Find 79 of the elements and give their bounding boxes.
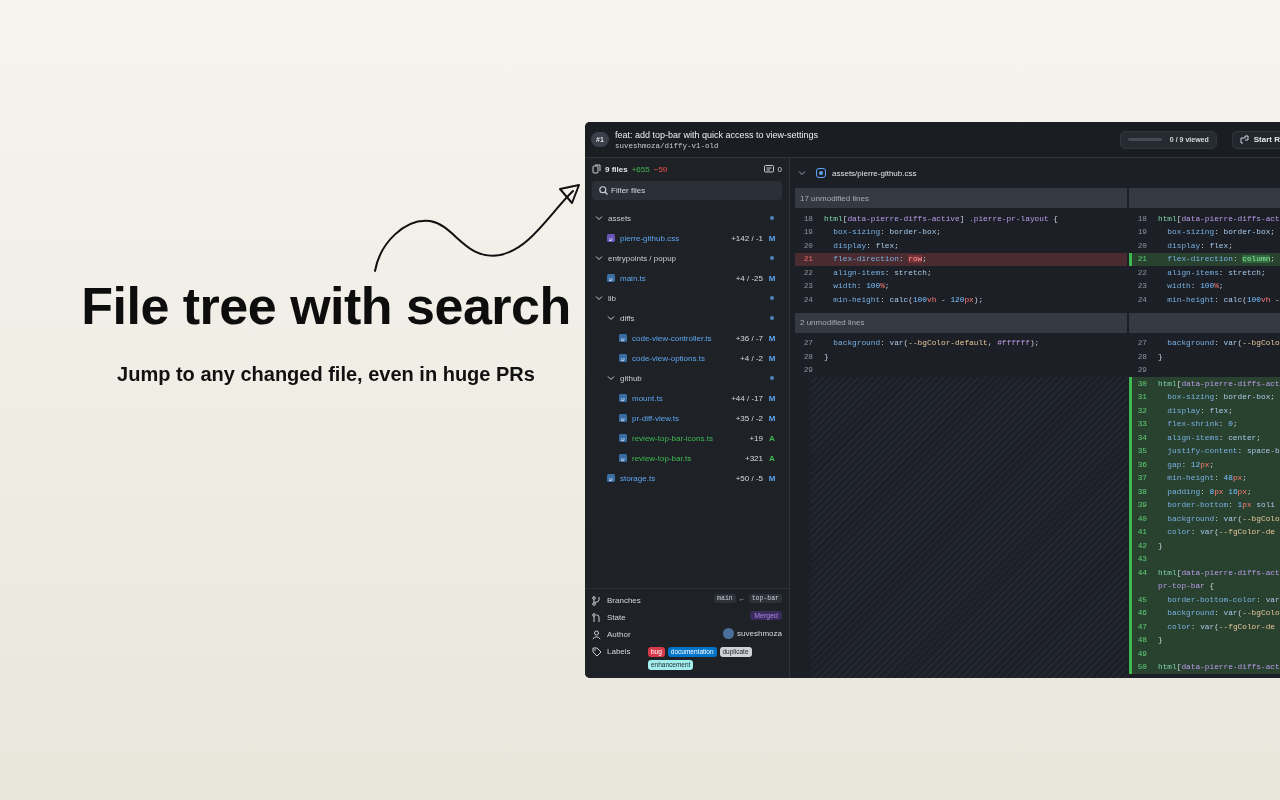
folder-name[interactable]: entrypoints / popup (608, 253, 677, 263)
pr-title: feat: add top-bar with quick access to view-settings (615, 129, 820, 140)
file-icon (607, 274, 615, 282)
file-icon (619, 354, 627, 362)
search-icon (599, 186, 608, 195)
folder-name[interactable]: diffs (620, 313, 635, 323)
filter-field[interactable]: Filter files (592, 181, 782, 200)
file-name[interactable]: code-view-controller.ts (632, 333, 712, 343)
file-icon (607, 234, 615, 242)
chevron-down-icon[interactable] (595, 214, 603, 222)
collapsed-lines-bar[interactable]: 17 unmodified lines (795, 188, 1127, 208)
change-stats: +35 / -2 (735, 413, 763, 423)
detail-label: Author (607, 629, 632, 639)
change-stats: +50 / -5 (735, 473, 763, 483)
file-name[interactable]: code-view-options.ts (632, 353, 705, 363)
file-icon (607, 474, 615, 482)
changed-dot (770, 296, 774, 300)
file-name[interactable]: review-top-bar-icons.ts (632, 433, 713, 443)
changed-dot (770, 376, 774, 380)
chevron-down-icon[interactable] (607, 374, 615, 382)
collapsed-lines-bar[interactable]: 2 unmodified lines (795, 312, 1127, 333)
file-icon (619, 434, 627, 442)
author-name: suveshmoza (737, 629, 782, 638)
file-icon (619, 334, 627, 342)
folder-name[interactable]: lib (608, 293, 616, 303)
chevron-down-icon[interactable] (798, 169, 806, 177)
chevron-down-icon[interactable] (595, 254, 603, 262)
folder-name[interactable]: assets (608, 213, 632, 223)
changed-dot (770, 256, 774, 260)
tag-icon (592, 647, 602, 657)
change-stats: +4 / -25 (735, 273, 763, 283)
change-stats: +4 / -2 (740, 353, 763, 363)
change-status: M (768, 393, 776, 403)
start-review-button[interactable]: Start R (1231, 130, 1280, 149)
change-stats: +44 / -17 (731, 393, 763, 403)
chevron-down-icon[interactable] (607, 314, 615, 322)
changed-dot (770, 316, 774, 320)
person-icon (592, 630, 602, 640)
file-icon (816, 168, 826, 178)
file-path: assets/pierre-github.css (832, 168, 917, 178)
file-name[interactable]: storage.ts (620, 473, 656, 483)
change-status: M (768, 273, 776, 283)
change-status: A (768, 453, 776, 463)
change-status: M (768, 353, 776, 363)
detail-label: Branches (607, 595, 642, 605)
branch-icon (592, 596, 602, 606)
additions-count: +655 (631, 164, 650, 174)
file-name[interactable]: pierre-github.css (620, 233, 680, 243)
files-icon (592, 164, 601, 174)
detail-label: State (607, 612, 627, 622)
detail-label: Labels (607, 646, 632, 656)
deletions-count: −59 (653, 164, 668, 174)
change-status: M (768, 413, 776, 423)
file-icon (619, 454, 627, 462)
file-name[interactable]: review-top-bar.ts (632, 453, 692, 463)
change-stats: +19 (749, 433, 763, 443)
file-name[interactable]: mount.ts (632, 393, 663, 403)
file-icon (619, 414, 627, 422)
change-status: A (768, 433, 776, 443)
pull-request-icon (592, 613, 602, 623)
file-count: 9 files (605, 164, 628, 174)
change-status: M (768, 473, 776, 483)
review-icon (1239, 135, 1249, 144)
comment-icon (763, 164, 774, 174)
file-name[interactable]: main.ts (620, 273, 646, 283)
change-stats: +36 / -7 (735, 333, 763, 343)
changed-dot (770, 216, 774, 220)
hero-title: File tree with search (81, 276, 571, 337)
change-stats: +321 (744, 453, 763, 463)
file-name[interactable]: pr-diff-view.ts (632, 413, 679, 423)
hero-subtitle: Jump to any changed file, even in huge PRs (117, 363, 535, 386)
change-stats: +142 / -1 (731, 233, 763, 243)
file-icon (619, 394, 627, 402)
change-status: M (768, 333, 776, 343)
avatar (723, 628, 735, 639)
comment-count: 0 (777, 164, 782, 174)
folder-name[interactable]: github (620, 373, 642, 383)
change-status: M (768, 233, 776, 243)
chevron-down-icon[interactable] (595, 294, 603, 302)
